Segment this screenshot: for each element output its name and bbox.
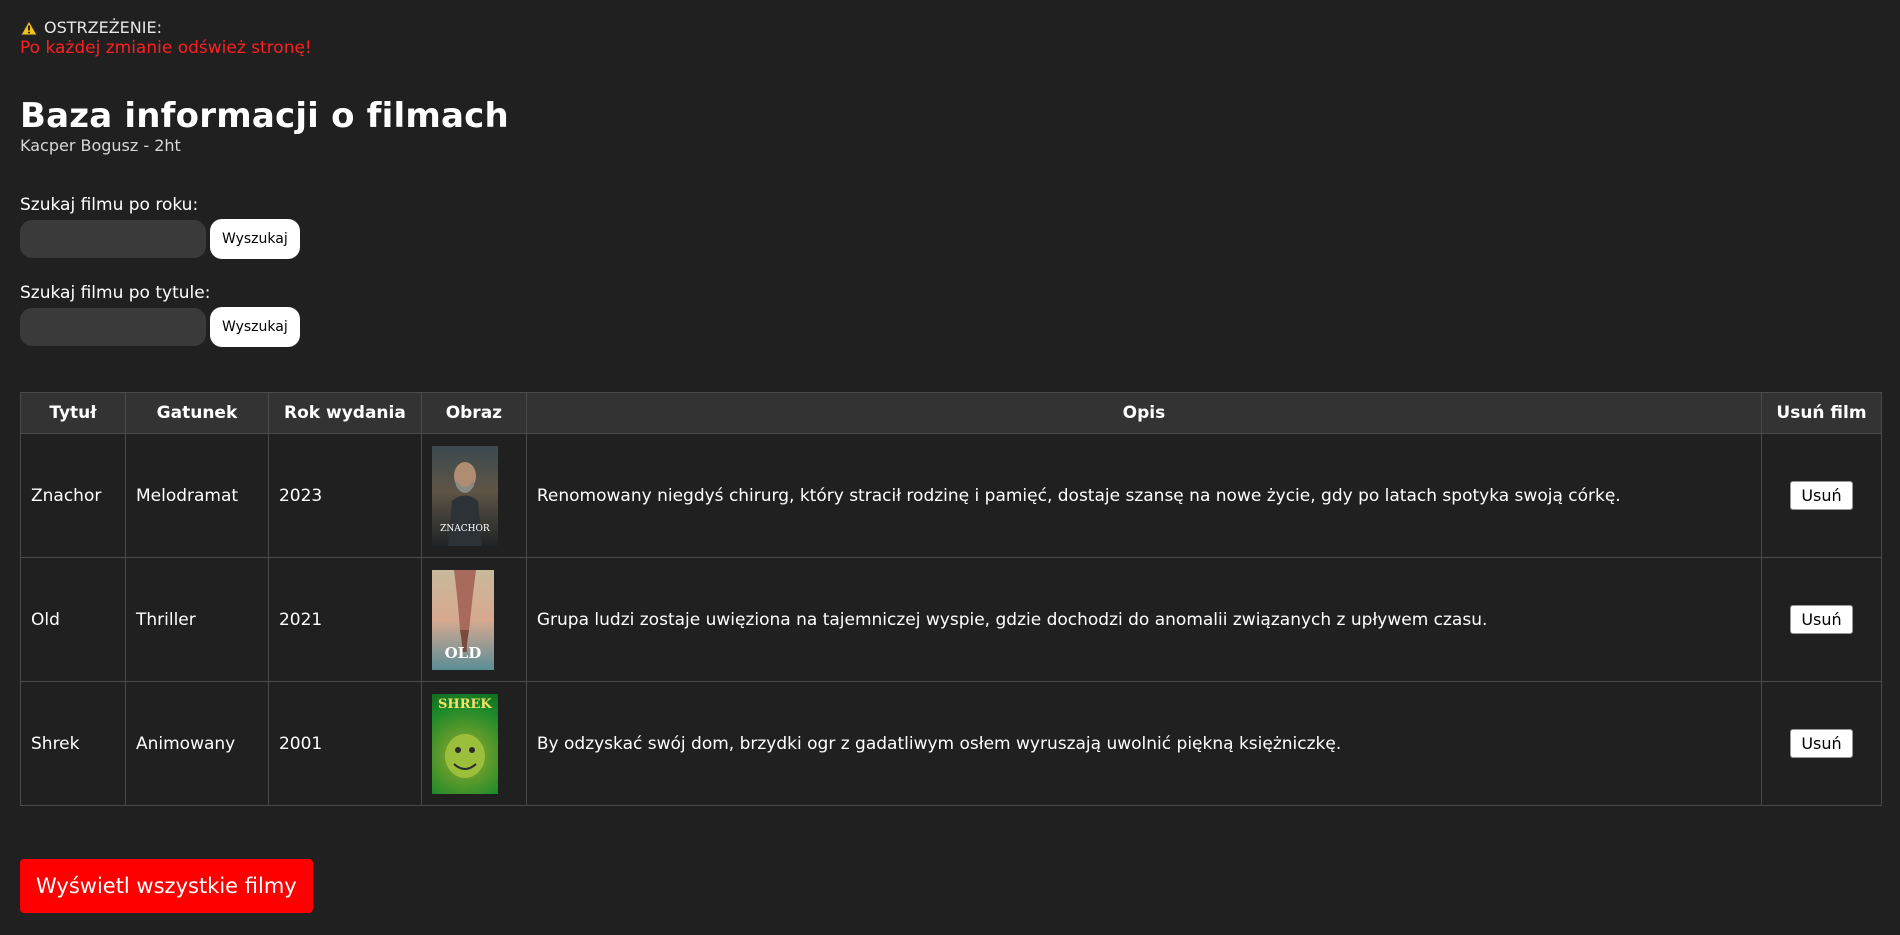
search-year-label: Szukaj filmu po roku: [20, 195, 199, 215]
page-subtitle: Kacper Bogusz - 2ht [20, 136, 181, 155]
delete-cell: Usuń [1761, 557, 1882, 682]
delete-cell: Usuń [1761, 433, 1882, 558]
movie-year: 2023 [267, 433, 422, 558]
search-year-input[interactable] [20, 220, 206, 258]
movie-genre: Animowany [124, 681, 269, 806]
search-title-label: Szukaj filmu po tytule: [20, 283, 211, 303]
warning-heading: OSTRZEŻENIE: [44, 18, 162, 37]
search-title-input[interactable] [20, 308, 206, 346]
table-row: Old Thriller 2021 OLD Grupa ludzi zostaj… [20, 557, 1882, 682]
search-title-button[interactable]: Wyszukaj [210, 307, 300, 347]
column-header-description: Opis [525, 392, 1763, 434]
movie-title: Znachor [20, 433, 126, 558]
delete-movie-button[interactable]: Usuń [1790, 729, 1853, 758]
movies-table: Tytuł Gatunek Rok wydania Obraz Opis Usu… [20, 392, 1882, 806]
movie-description: By odzyskać swój dom, brzydki ogr z gada… [525, 681, 1763, 806]
movie-poster: SHREK [431, 693, 498, 794]
table-row: Znachor Melodramat 2023 ZNACHOR Renomowa… [20, 433, 1882, 558]
column-header-image: Obraz [420, 392, 527, 434]
movie-poster: ZNACHOR [431, 445, 498, 546]
show-all-movies-button[interactable]: Wyświetl wszystkie filmy [20, 859, 313, 913]
movie-year: 2001 [267, 681, 422, 806]
movie-image-cell: OLD [420, 557, 527, 682]
column-header-title: Tytuł [20, 392, 126, 434]
movie-genre: Thriller [124, 557, 269, 682]
poster-title: SHREK [438, 696, 492, 712]
search-year-button[interactable]: Wyszukaj [210, 219, 300, 259]
column-header-genre: Gatunek [124, 392, 269, 434]
movie-year: 2021 [267, 557, 422, 682]
movie-poster: OLD [431, 569, 494, 670]
delete-movie-button[interactable]: Usuń [1790, 481, 1853, 510]
delete-movie-button[interactable]: Usuń [1790, 605, 1853, 634]
movie-genre: Melodramat [124, 433, 269, 558]
column-header-year: Rok wydania [267, 392, 422, 434]
search-by-title: Szukaj filmu po tytule: Wyszukaj [20, 283, 300, 347]
movie-description: Grupa ludzi zostaje uwięziona na tajemni… [525, 557, 1763, 682]
warning-block: OSTRZEŻENIE: Po każdej zmianie odśwież s… [20, 18, 312, 58]
page-title: Baza informacji o filmach [20, 96, 509, 136]
movie-description: Renomowany niegdyś chirurg, który straci… [525, 433, 1763, 558]
search-by-year: Szukaj filmu po roku: Wyszukaj [20, 195, 300, 259]
warning-message: Po każdej zmianie odśwież stronę! [20, 38, 312, 58]
poster-title: OLD [444, 643, 482, 662]
table-header-row: Tytuł Gatunek Rok wydania Obraz Opis Usu… [20, 392, 1882, 434]
delete-cell: Usuń [1761, 681, 1882, 806]
table-row: Shrek Animowany 2001 SHREK By odzyskać s… [20, 681, 1882, 806]
movie-image-cell: ZNACHOR [420, 433, 527, 558]
movie-title: Old [20, 557, 126, 682]
movie-title: Shrek [20, 681, 126, 806]
poster-title: ZNACHOR [440, 523, 490, 534]
movie-image-cell: SHREK [420, 681, 527, 806]
column-header-delete: Usuń film [1761, 392, 1882, 434]
warning-heading-row: OSTRZEŻENIE: [20, 18, 312, 38]
warning-icon [20, 20, 38, 36]
